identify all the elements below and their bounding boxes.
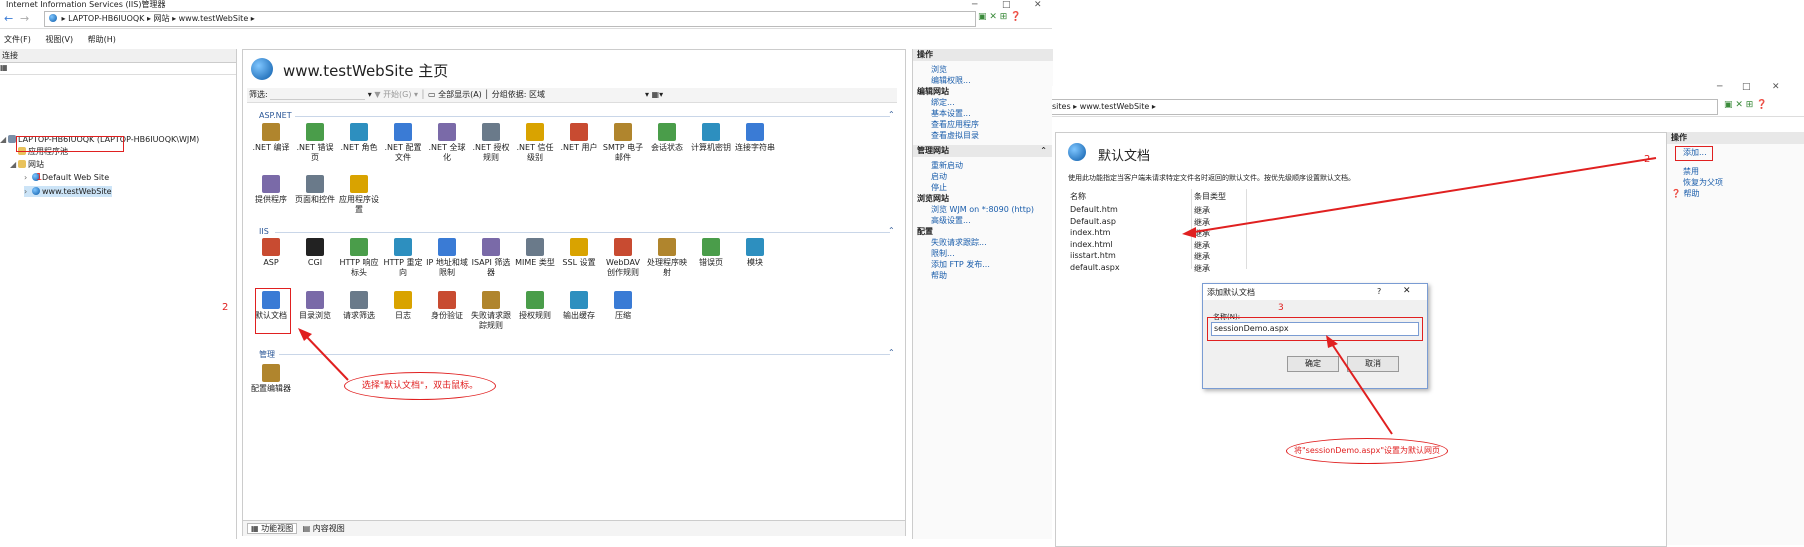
actions-header: 操作 [913,49,1053,61]
iis-manager-window-right: ─ □ ✕ sites ▸ www.testWebSite ▸ ▣ ✕ ⊞ ❓ … [1052,82,1804,547]
iis-manager-window-left: Internet Information Services (IIS)管理器 ─… [0,0,1053,545]
action-item[interactable]: 高级设置... [917,215,1053,226]
action-item[interactable]: 查看虚拟目录 [917,130,1053,141]
action-item[interactable]: 停止 [917,182,1053,193]
action-item[interactable]: 绑定... [917,97,1053,108]
action-item: 配置 [917,227,933,236]
actions-pane-left: 操作 浏览 编辑权限... 编辑网站 绑定... 基本设置... 查看应用程序 查看虚拟目录… [912,49,1053,539]
action-item[interactable]: 重新启动 [917,160,1053,171]
action-item: 浏览网站 [917,194,949,203]
action-item[interactable]: 查看应用程序 [917,119,1053,130]
annotation-arrows-right [1182,157,1657,435]
action-item[interactable]: 编辑权限... [917,75,1053,86]
action-item[interactable]: 限制... [917,248,1053,259]
action-item[interactable]: 添加 FTP 发布... [917,259,1053,270]
action-item[interactable]: 浏览 [917,64,1053,75]
action-item: 编辑网站 [917,87,949,96]
action-item[interactable]: 浏览 WJM on *:8090 (http) [917,204,1053,215]
action-item[interactable]: 帮助 [917,270,1053,281]
action-item[interactable]: 失败请求跟踪... [917,237,1053,248]
action-item[interactable]: 启动 [917,171,1053,182]
action-item[interactable]: 基本设置... [917,108,1053,119]
manage-site-header: 管理网站 ⌃ [913,145,1053,157]
annotation-arrow-left [298,328,349,381]
